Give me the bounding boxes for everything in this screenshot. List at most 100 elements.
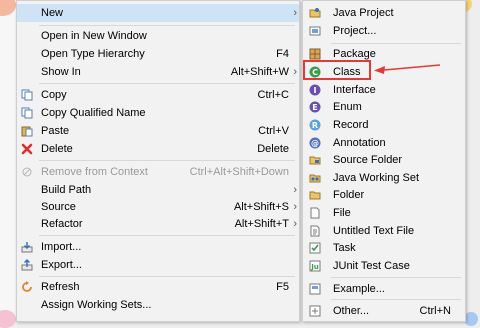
svg-text:I: I [314, 86, 317, 95]
submenu-item-untitled-text-file[interactable]: Untitled Text File [303, 222, 465, 240]
submenu-item-label: Source Folder [333, 154, 403, 166]
submenu-arrow-icon: › [293, 201, 297, 213]
file-icon [310, 207, 320, 219]
svg-text:R: R [312, 121, 318, 130]
project-icon [309, 26, 321, 36]
separator [39, 276, 295, 277]
submenu-item-other[interactable]: Other... Ctrl+N [303, 302, 465, 320]
svg-text:@: @ [311, 139, 319, 148]
menu-item-copy[interactable]: Copy Ctrl+C [17, 86, 299, 104]
submenu-item-interface[interactable]: I Interface [303, 81, 465, 99]
annotation-arrow-icon [374, 64, 441, 74]
submenu-item-label: Task [333, 242, 356, 254]
menu-item-shortcut: Ctrl+V [258, 125, 289, 137]
menu-item-remove-from-context[interactable]: Remove from Context Ctrl+Alt+Shift+Down [17, 163, 299, 181]
annotation-icon: @ [309, 137, 321, 149]
menu-item-shortcut: Ctrl+N [419, 305, 451, 317]
submenu-item-junit-test-case[interactable]: Ju JUnit Test Case [303, 257, 465, 275]
menu-item-label: Assign Working Sets... [41, 299, 152, 311]
menu-item-label: Refactor [41, 218, 83, 230]
submenu-item-record[interactable]: R Record [303, 116, 465, 134]
task-icon [309, 242, 321, 254]
separator [39, 83, 295, 84]
source-folder-icon [309, 156, 321, 165]
submenu-item-label: Untitled Text File [333, 225, 415, 237]
menu-item-label: Refresh [41, 281, 80, 293]
menu-item-shortcut: Delete [257, 143, 289, 155]
menu-item-label: Paste [41, 125, 70, 137]
background-left [0, 0, 16, 320]
java-project-icon [309, 8, 321, 18]
submenu-item-label: Annotation [333, 137, 386, 149]
submenu-item-source-folder[interactable]: Source Folder [303, 151, 465, 169]
copy-icon [21, 107, 33, 119]
interface-icon: I [309, 84, 321, 96]
submenu-item-task[interactable]: Task [303, 239, 465, 257]
submenu-arrow-icon: › [293, 7, 297, 19]
menu-item-label: Copy Qualified Name [41, 107, 146, 119]
separator [331, 299, 461, 300]
separator [331, 43, 461, 44]
submenu-item-label: Java Working Set [333, 172, 420, 184]
submenu-item-enum[interactable]: E Enum [303, 98, 465, 116]
menu-item-label: New [41, 7, 64, 19]
submenu-item-example[interactable]: Example... [303, 280, 465, 298]
submenu-item-java-project[interactable]: Java Project [303, 4, 465, 22]
menu-item-build-path[interactable]: Build Path › [17, 181, 299, 199]
working-set-icon [309, 174, 321, 183]
menu-item-refresh[interactable]: Refresh F5 [17, 278, 299, 296]
submenu-arrow-icon: › [293, 218, 297, 230]
menu-item-delete[interactable]: Delete Delete [17, 140, 299, 158]
submenu-item-label: Other... [333, 305, 370, 317]
new-submenu: Java Project Project... Package C Class … [302, 0, 466, 322]
submenu-item-label: Interface [333, 84, 376, 96]
submenu-item-label: Folder [333, 189, 365, 201]
submenu-item-label: JUnit Test Case [333, 260, 410, 272]
submenu-item-file[interactable]: File [303, 204, 465, 222]
menu-item-label: Source [41, 201, 76, 213]
menu-item-shortcut: Alt+Shift+T [234, 218, 289, 230]
enum-icon: E [309, 101, 321, 113]
submenu-item-label: Project... [333, 25, 377, 37]
menu-item-copy-qualified-name[interactable]: Copy Qualified Name [17, 104, 299, 122]
copy-icon [21, 89, 33, 101]
folder-icon [309, 191, 321, 200]
menu-item-paste[interactable]: Paste Ctrl+V [17, 122, 299, 140]
submenu-item-annotation[interactable]: @ Annotation [303, 134, 465, 152]
menu-item-export[interactable]: Export... [17, 256, 299, 274]
menu-item-label: Open Type Hierarchy [41, 48, 145, 60]
text-file-icon [310, 225, 320, 237]
menu-item-shortcut: F4 [276, 48, 289, 60]
menu-item-shortcut: Ctrl+C [257, 89, 289, 101]
example-icon [309, 283, 321, 295]
submenu-item-java-working-set[interactable]: Java Working Set [303, 169, 465, 187]
separator [331, 277, 461, 278]
menu-item-show-in[interactable]: Show In Alt+Shift+W › [17, 63, 299, 81]
submenu-item-label: Example... [333, 283, 385, 295]
menu-item-shortcut: Alt+Shift+W [230, 66, 289, 78]
menu-item-import[interactable]: Import... [17, 238, 299, 256]
submenu-item-folder[interactable]: Folder [303, 186, 465, 204]
submenu-item-label: Java Project [333, 7, 394, 19]
class-highlight-box [303, 60, 371, 80]
submenu-item-label: Enum [333, 101, 362, 113]
menu-item-open-in-new-window[interactable]: Open in New Window [17, 27, 299, 45]
menu-item-source[interactable]: Source Alt+Shift+S › [17, 198, 299, 216]
menu-item-label: Import... [41, 241, 82, 253]
menu-item-refactor[interactable]: Refactor Alt+Shift+T › [17, 215, 299, 233]
submenu-item-project[interactable]: Project... [303, 22, 465, 40]
menu-item-label: Open in New Window [41, 30, 147, 42]
menu-item-label: Delete [41, 143, 73, 155]
submenu-arrow-icon: › [293, 184, 297, 196]
import-icon [21, 242, 33, 253]
menu-item-label: Build Path [41, 184, 92, 196]
delete-icon [21, 143, 33, 155]
menu-item-new[interactable]: New › [17, 4, 299, 22]
menu-item-assign-working-sets[interactable]: Assign Working Sets... [17, 296, 299, 314]
menu-item-label: Remove from Context [41, 166, 148, 178]
separator [39, 235, 295, 236]
menu-item-label: Show In [41, 66, 81, 78]
package-icon [309, 48, 321, 60]
paste-icon [21, 126, 33, 137]
menu-item-open-type-hierarchy[interactable]: Open Type Hierarchy F4 [17, 45, 299, 63]
